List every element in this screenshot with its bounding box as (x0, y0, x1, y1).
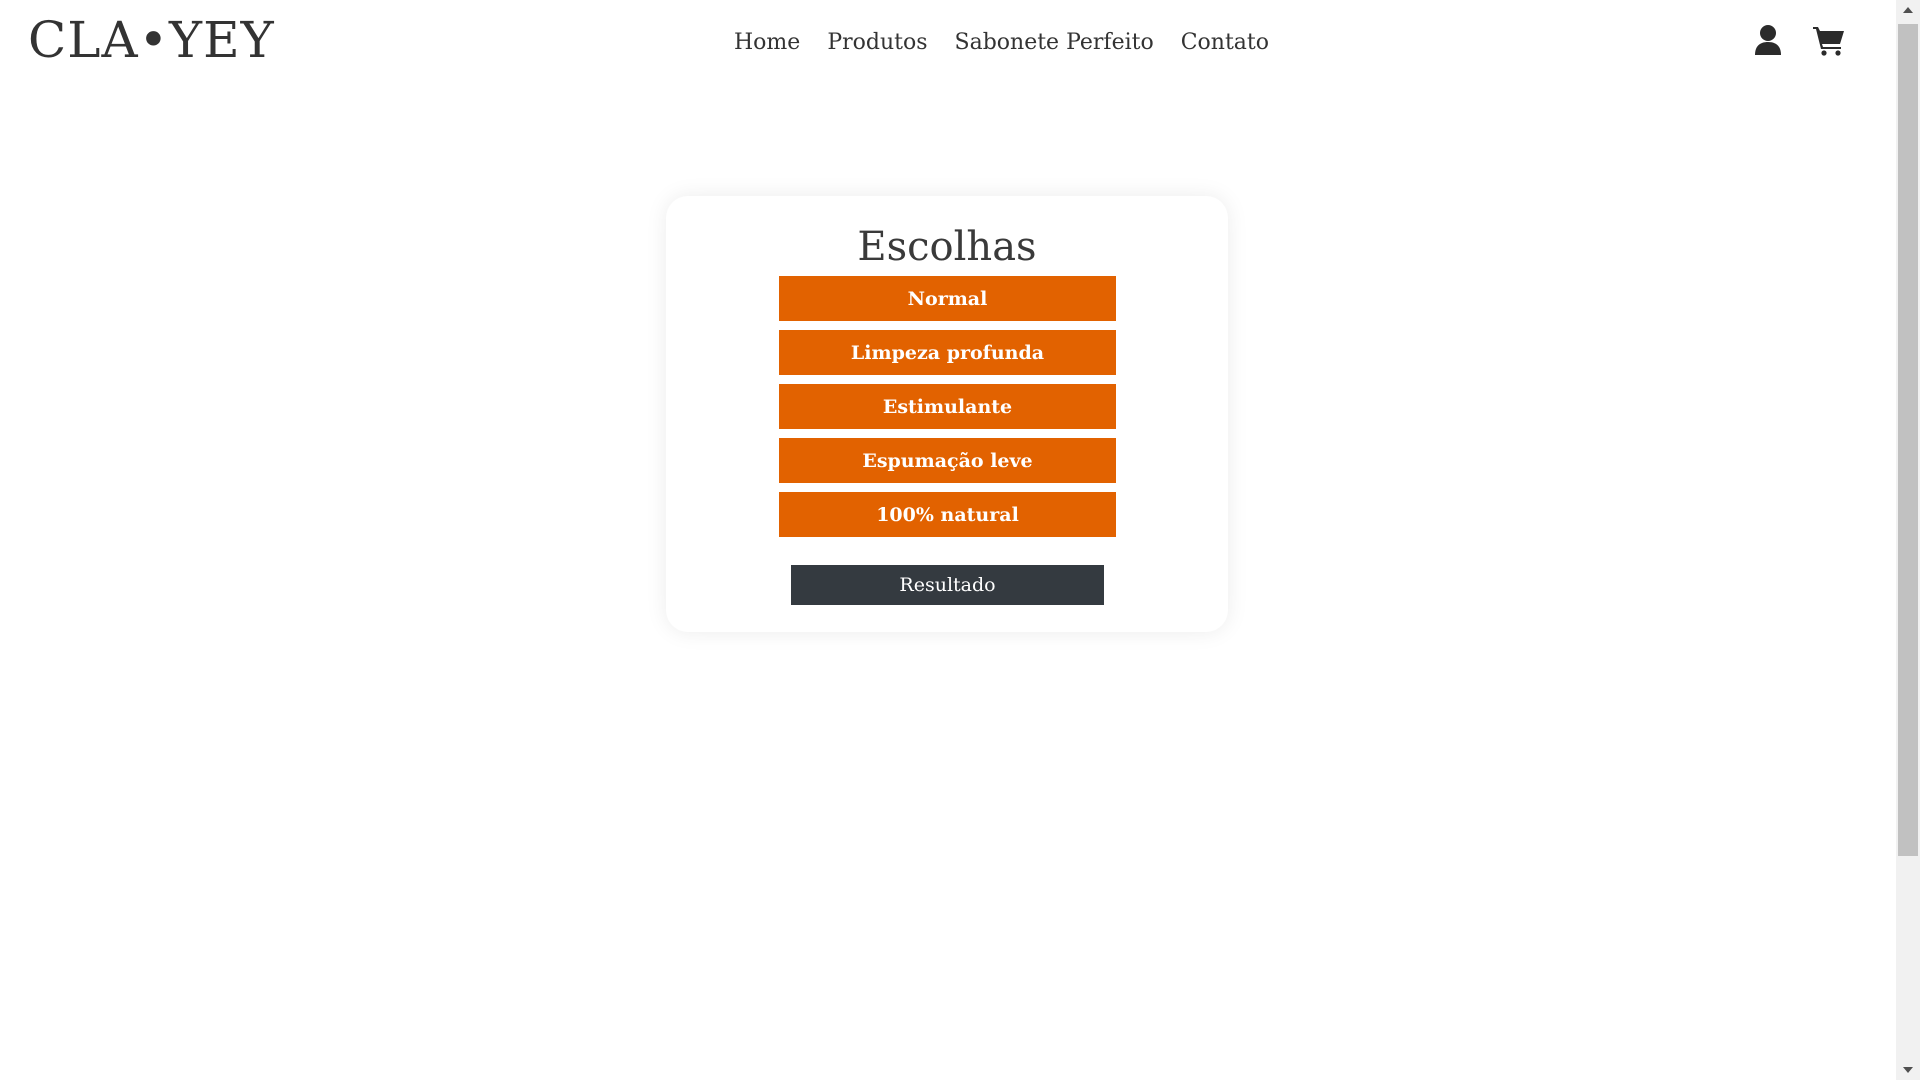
result-button[interactable]: Resultado (791, 565, 1104, 605)
card-title: Escolhas (857, 224, 1037, 270)
scroll-down-icon[interactable] (1896, 1060, 1920, 1080)
header-icons (1754, 24, 1846, 60)
site-header: CLA•YEY Home Produtos Sabonete Perfeito … (0, 0, 1896, 86)
vertical-scrollbar[interactable] (1896, 0, 1920, 1080)
nav-home[interactable]: Home (734, 28, 800, 58)
choice-limpeza-profunda-button[interactable]: Limpeza profunda (779, 330, 1116, 375)
nav-sabonete-perfeito[interactable]: Sabonete Perfeito (955, 28, 1154, 58)
nav-contato[interactable]: Contato (1181, 28, 1269, 58)
choices-list: Normal Limpeza profunda Estimulante Espu… (779, 276, 1116, 537)
choice-normal-button[interactable]: Normal (779, 276, 1116, 321)
choice-natural-button[interactable]: 100% natural (779, 492, 1116, 537)
choice-espumacao-leve-button[interactable]: Espumação leve (779, 438, 1116, 483)
nav-produtos[interactable]: Produtos (827, 28, 927, 58)
cart-icon[interactable] (1812, 24, 1846, 60)
scroll-thumb[interactable] (1898, 24, 1918, 856)
choice-estimulante-button[interactable]: Estimulante (779, 384, 1116, 429)
main-nav: Home Produtos Sabonete Perfeito Contato (734, 28, 1269, 58)
user-icon[interactable] (1754, 24, 1782, 60)
page: CLA•YEY Home Produtos Sabonete Perfeito … (0, 0, 1920, 1080)
choices-card: Escolhas Normal Limpeza profunda Estimul… (666, 196, 1228, 632)
scroll-up-icon[interactable] (1896, 0, 1920, 20)
logo[interactable]: CLA•YEY (28, 12, 275, 68)
